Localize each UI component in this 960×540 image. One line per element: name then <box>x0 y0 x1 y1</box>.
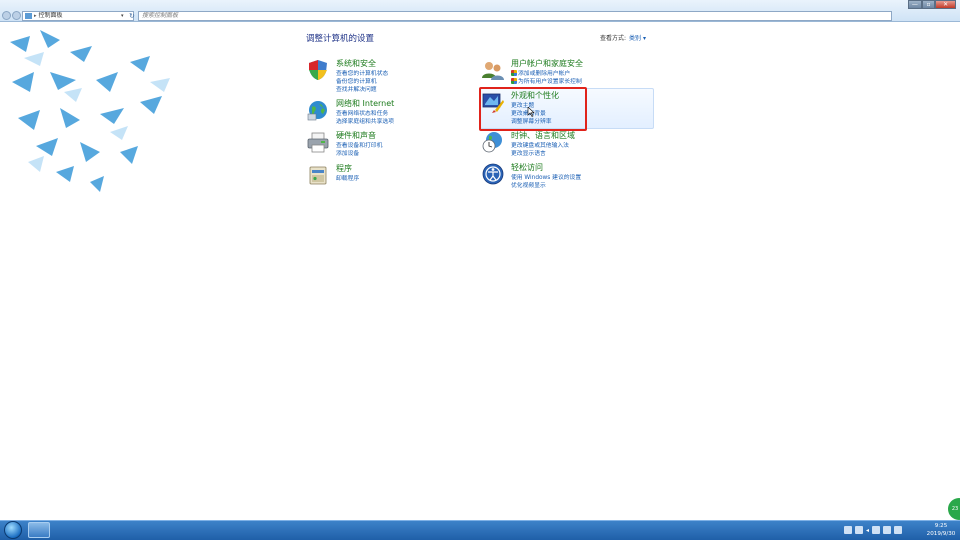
programs-icon <box>309 166 327 185</box>
category-user-accounts: 用户帐户和家庭安全 添加或删除用户帐户 为所有用户设置家长控制 <box>481 58 651 88</box>
clock-globe-icon <box>482 132 502 153</box>
shield-icon <box>309 60 327 80</box>
category-hardware-sound: 硬件和声音 查看设备和打印机 添加设备 <box>306 130 466 160</box>
link-uninstall[interactable]: 卸载程序 <box>336 173 359 182</box>
shard <box>90 176 104 192</box>
shard <box>10 36 30 52</box>
back-button[interactable] <box>2 11 11 20</box>
shard <box>80 142 100 162</box>
forward-button[interactable] <box>12 11 21 20</box>
view-by-dropdown[interactable]: 类别 ▾ <box>629 35 646 42</box>
shard <box>120 146 138 164</box>
taskbar <box>0 520 960 540</box>
address-dropdown-icon[interactable]: ▾ <box>121 11 127 21</box>
shard <box>24 52 44 66</box>
shard <box>70 46 92 62</box>
window-controls: — ▫ ✕ <box>908 0 957 9</box>
link-troubleshoot[interactable]: 查找并解决问题 <box>336 84 377 93</box>
link-homegroup[interactable]: 选择家庭组和共享选项 <box>336 116 394 125</box>
taskbar-clock[interactable]: 9:25 2019/9/30 <box>924 522 958 538</box>
network-icon[interactable] <box>883 526 892 534</box>
link-parental-controls[interactable]: 为所有用户设置家长控制 <box>511 76 582 85</box>
globe-network-icon <box>307 101 327 121</box>
address-text: 控制面板 <box>38 12 63 19</box>
link-add-device[interactable]: 添加设备 <box>336 148 359 157</box>
mouse-pointer-icon <box>527 107 535 117</box>
category-clock-language-region: 时钟、语言和区域 更改键盘或其他输入法 更改显示语言 <box>481 130 651 160</box>
clock-time: 9:25 <box>934 523 948 529</box>
minimize-button[interactable]: — <box>908 0 922 9</box>
shard <box>28 156 44 172</box>
view-by: 查看方式: 类别 ▾ <box>600 33 646 42</box>
printer-icon <box>307 132 329 153</box>
search-input[interactable]: 搜索控制面板 <box>138 11 892 21</box>
expand-tray-icon[interactable]: ◂ <box>866 527 869 534</box>
shard <box>140 96 162 114</box>
system-tray: ◂ <box>844 522 903 538</box>
shard <box>130 56 150 72</box>
wallpaper-decoration <box>10 30 170 192</box>
shard <box>36 138 58 156</box>
notification-badge[interactable]: 23 <box>948 498 960 520</box>
accessibility-icon <box>482 163 504 185</box>
shard <box>110 126 128 140</box>
shard <box>100 108 124 124</box>
breadcrumb-arrow-icon: ▸ <box>34 13 37 19</box>
close-button[interactable]: ✕ <box>935 0 957 9</box>
refresh-icon[interactable]: ↻ <box>129 11 137 21</box>
clock-date: 2019/9/30 <box>926 531 956 537</box>
volume-icon[interactable] <box>894 526 903 534</box>
category-network-internet: 网络和 Internet 查看网络状态和任务 选择家庭组和共享选项 <box>306 98 466 128</box>
shard <box>50 72 76 90</box>
shard <box>12 72 34 92</box>
start-button[interactable] <box>4 521 22 539</box>
page-title: 调整计算机的设置 <box>306 34 375 44</box>
keyboard-icon[interactable] <box>844 526 852 534</box>
shard <box>96 72 118 92</box>
view-by-label: 查看方式: <box>600 35 627 42</box>
category-programs: 程序 卸载程序 <box>306 163 466 187</box>
link-optimize-display[interactable]: 优化视频显示 <box>511 180 546 189</box>
users-icon <box>482 62 504 80</box>
taskbar-explorer-button[interactable] <box>28 522 50 538</box>
maximize-button[interactable]: ▫ <box>921 0 936 9</box>
shard <box>40 30 60 48</box>
uac-shield-icon <box>511 78 517 84</box>
link-display-language[interactable]: 更改显示语言 <box>511 148 546 157</box>
shard <box>64 88 82 102</box>
shard <box>60 108 80 128</box>
category-ease-of-access: 轻松访问 使用 Windows 建议的设置 优化视频显示 <box>481 162 651 192</box>
help-icon[interactable] <box>855 526 863 534</box>
flag-icon[interactable] <box>872 526 881 534</box>
address-bar[interactable]: ▸ 控制面板 <box>22 11 134 21</box>
shard <box>18 110 40 130</box>
category-system-security: 系统和安全 查看您的计算机状态 备份您的计算机 查找并解决问题 <box>306 58 466 96</box>
shard <box>150 78 170 92</box>
shard <box>56 166 74 182</box>
link-text: 为所有用户设置家长控制 <box>518 79 582 85</box>
control-panel-icon <box>25 12 32 19</box>
